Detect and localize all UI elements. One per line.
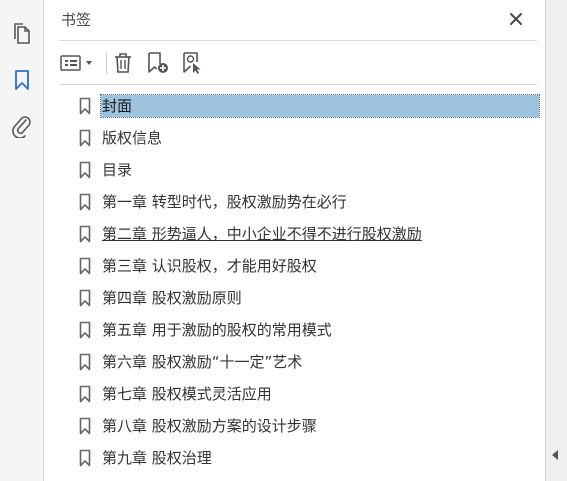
- header-divider: [59, 40, 537, 41]
- bookmark-icon: [79, 449, 91, 467]
- panel-title: 书签: [61, 11, 92, 29]
- bookmark-item[interactable]: 第七章 股权模式灵活应用: [75, 380, 545, 408]
- bookmark-icon[interactable]: [10, 68, 34, 92]
- bookmark-item[interactable]: 第九章 股权治理: [75, 444, 545, 472]
- bookmark-item[interactable]: 第六章 股权激励“十一定”艺术: [75, 348, 545, 376]
- bookmark-label: 封面: [100, 94, 540, 118]
- panel-header: 书签: [45, 0, 545, 40]
- bookmark-item[interactable]: 版权信息: [75, 124, 545, 152]
- bookmark-label: 第一章 转型时代，股权激励势在必行: [102, 193, 347, 211]
- bookmark-label: 目录: [102, 161, 133, 179]
- close-icon[interactable]: [507, 10, 525, 28]
- bookmark-icon: [79, 417, 91, 435]
- bookmark-label: 第二章 形势逼人，中小企业不得不进行股权激励: [102, 225, 422, 243]
- bookmark-item[interactable]: 第一章 转型时代，股权激励势在必行: [75, 188, 545, 216]
- bookmark-label: 第五章 用于激励的股权的常用模式: [102, 321, 332, 339]
- new-bookmark-from-structure-icon[interactable]: [179, 50, 205, 76]
- pages-thumbnails-icon[interactable]: [10, 22, 34, 46]
- bookmark-label: 版权信息: [102, 129, 163, 147]
- delete-bookmark-icon[interactable]: [111, 50, 135, 76]
- bookmark-icon: [79, 289, 91, 307]
- bookmark-item[interactable]: 封面: [75, 92, 545, 120]
- bookmark-item[interactable]: 第三章 认识股权，才能用好股权: [75, 252, 545, 280]
- bookmark-item[interactable]: 第四章 股权激励原则: [75, 284, 545, 312]
- bookmark-icon: [79, 257, 91, 275]
- bookmark-icon: [79, 321, 91, 339]
- bookmark-item[interactable]: 第五章 用于激励的股权的常用模式: [75, 316, 545, 344]
- bookmark-icon: [79, 193, 91, 211]
- bookmark-icon: [79, 385, 91, 403]
- left-navigation-rail: [0, 0, 44, 481]
- right-panel-strip: [545, 0, 567, 481]
- bookmark-icon: [79, 353, 91, 371]
- bookmark-icon: [79, 225, 91, 243]
- bookmark-item[interactable]: 目录: [75, 156, 545, 184]
- bookmark-item[interactable]: 第二章 形势逼人，中小企业不得不进行股权激励: [75, 220, 545, 248]
- bookmark-label: 第八章 股权激励方案的设计步骤: [102, 417, 317, 435]
- bookmark-label: 第六章 股权激励“十一定”艺术: [102, 353, 303, 371]
- bookmark-icon: [79, 161, 91, 179]
- bookmark-item[interactable]: 第八章 股权激励方案的设计步骤: [75, 412, 545, 440]
- new-bookmark-icon[interactable]: [145, 50, 171, 76]
- bookmarks-panel: 书签 封面 版权信息 目录 第一章 转型时代，股权激励势在必行 第二章 形势逼人…: [45, 0, 545, 481]
- toolbar-divider: [59, 84, 537, 85]
- bookmark-label: 第九章 股权治理: [102, 449, 212, 467]
- bookmarks-toolbar: [45, 44, 545, 82]
- bookmark-icon: [79, 129, 91, 147]
- bookmark-label: 第四章 股权激励原则: [102, 289, 242, 307]
- attachment-icon[interactable]: [10, 114, 34, 138]
- bookmark-label: 第三章 认识股权，才能用好股权: [102, 257, 317, 275]
- bookmark-label: 第七章 股权模式灵活应用: [102, 385, 272, 403]
- toolbar-separator: [106, 52, 107, 74]
- options-menu-icon[interactable]: [59, 50, 99, 76]
- bookmark-icon: [79, 97, 91, 115]
- collapse-arrow-icon[interactable]: [552, 450, 558, 460]
